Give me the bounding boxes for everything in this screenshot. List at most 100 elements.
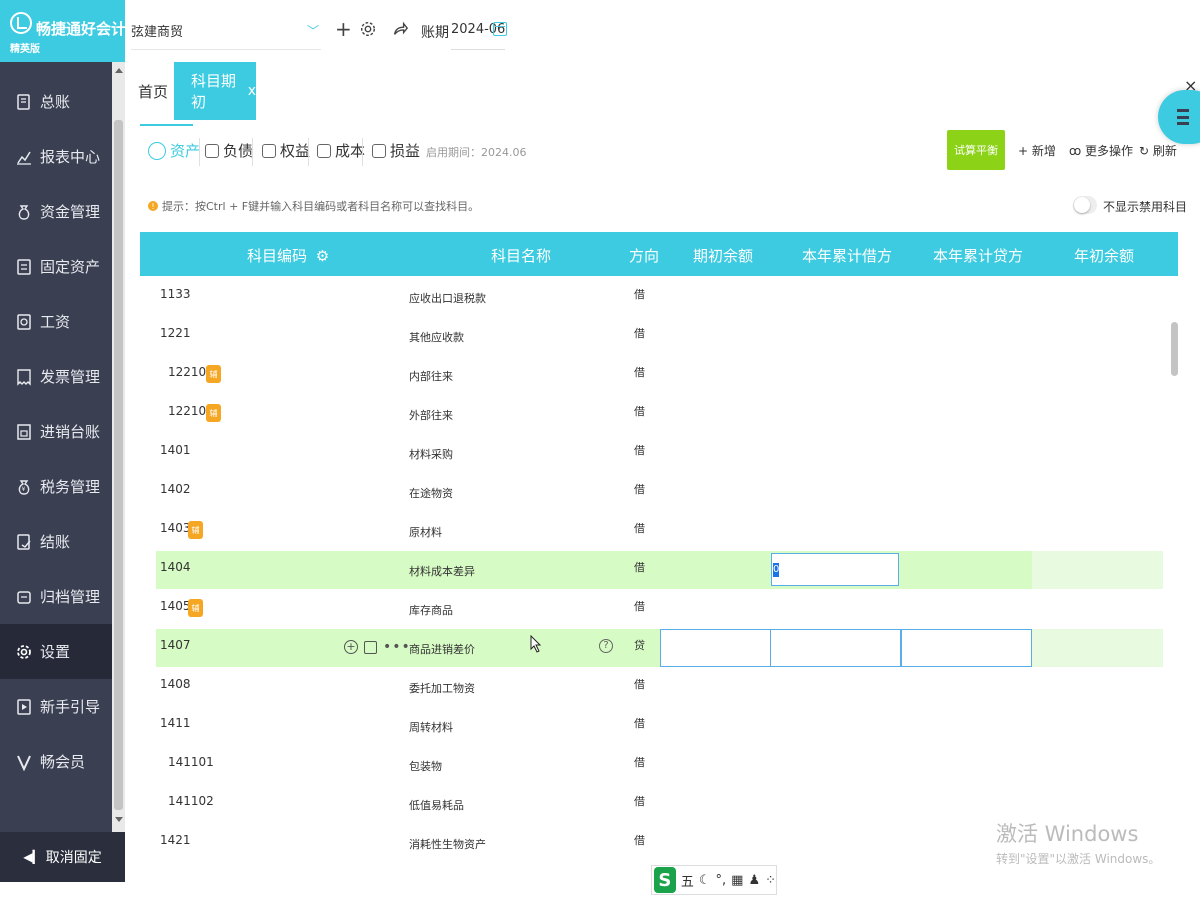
app-logo[interactable]: 畅捷通好会计 精英版 xyxy=(0,0,126,62)
sidebar-item-vip[interactable]: 畅会员 xyxy=(0,734,112,789)
sidebar-item-archive[interactable]: 归档管理 xyxy=(0,569,112,624)
share-icon[interactable] xyxy=(391,20,411,40)
invoice-icon xyxy=(16,368,32,386)
sidebar-item-document[interactable]: 固定资产 xyxy=(0,239,112,294)
sidebar-item-chart[interactable]: 报表中心 xyxy=(0,129,112,184)
account-code: 1421 xyxy=(160,833,191,847)
ime-logo[interactable]: S xyxy=(654,867,676,893)
scrollbar-thumb[interactable] xyxy=(1171,322,1178,376)
account-name: 外部往来 xyxy=(409,409,453,422)
scroll-up-icon[interactable] xyxy=(115,68,123,73)
unpin-sidebar-button[interactable]: ◀▎ 取消固定 xyxy=(0,832,125,882)
auxiliary-badge[interactable]: 辅 xyxy=(188,599,203,617)
ytd-debit-input[interactable] xyxy=(770,629,901,667)
sidebar-item-label: 发票管理 xyxy=(40,368,101,386)
sidebar-item-label: 设置 xyxy=(40,643,71,661)
divider xyxy=(199,138,200,166)
auxiliary-badge[interactable]: 辅 xyxy=(188,521,203,539)
table-row[interactable]: 122102 辅外部往来借 xyxy=(156,395,1163,433)
close-tab-icon[interactable]: x xyxy=(248,83,256,99)
tab-account-opening[interactable]: 科目期初 x xyxy=(174,62,256,120)
add-circle-icon[interactable]: + xyxy=(344,640,358,654)
sidebar-item-closing[interactable]: 结账 xyxy=(0,514,112,569)
start-period-text: 启用期间：2024.06 xyxy=(426,146,527,159)
company-select[interactable]: 弦建商贸 ﹀ xyxy=(131,12,321,50)
sidebar-item-salary[interactable]: 工资 xyxy=(0,294,112,349)
user-icon[interactable]: ♟ xyxy=(748,873,760,888)
moon-icon[interactable]: ☾ xyxy=(699,873,711,888)
category-tab-liability[interactable]: 负债 xyxy=(205,140,253,161)
trial-balance-button[interactable]: 试算平衡 xyxy=(947,130,1005,170)
category-tab-profit-loss[interactable]: 损益 xyxy=(372,140,420,161)
table-row[interactable]: 1133 应收出口退税款 借 xyxy=(156,278,1163,316)
balance-direction: 借 xyxy=(634,483,645,496)
category-tab-asset[interactable]: 资产 xyxy=(148,140,200,161)
table-row[interactable]: 1411 周转材料 借 xyxy=(156,707,1163,745)
sidebar-scrollbar[interactable] xyxy=(112,62,125,832)
plus-icon[interactable]: + xyxy=(335,19,355,40)
closing-icon xyxy=(16,533,32,551)
apps-icon[interactable]: ⁘ xyxy=(765,873,776,888)
sidebar-item-tax[interactable]: ¥ 税务管理 xyxy=(0,459,112,514)
header-ytd-credit: 本年累计贷方 xyxy=(933,247,1024,265)
divider xyxy=(308,138,309,166)
table-row[interactable]: 1403 辅 原材料 借 xyxy=(156,512,1163,550)
opening-balance-input[interactable] xyxy=(660,629,771,667)
table-row[interactable]: 1221 其他应收款 借 xyxy=(156,317,1163,355)
scrollbar-thumb[interactable] xyxy=(114,120,123,810)
table-row[interactable]: 1402 在途物资 借 xyxy=(156,473,1163,511)
hide-disabled-toggle[interactable] xyxy=(1073,196,1097,214)
divider xyxy=(362,138,363,166)
category-tab-cost[interactable]: 成本 xyxy=(317,140,365,161)
ytd-debit-input[interactable]: 0 xyxy=(771,553,899,586)
ytd-credit-input[interactable] xyxy=(901,629,1032,667)
chevron-down-icon: ﹀ xyxy=(306,24,319,38)
ime-punctuation[interactable]: °, xyxy=(716,873,727,888)
auxiliary-badge[interactable]: 辅 xyxy=(206,365,221,383)
sidebar-item-label: 归档管理 xyxy=(40,588,101,606)
table-row[interactable]: 1401 材料采购 借 xyxy=(156,434,1163,472)
refresh-button[interactable]: ↻ 刷新 xyxy=(1139,142,1177,159)
table-row[interactable]: 1405 辅 库存商品 借 xyxy=(156,590,1163,628)
category-label: 负债 xyxy=(223,142,254,160)
table-row[interactable]: 1407 + •••? 商品进销差价 贷 xyxy=(156,629,1163,667)
balance-direction: 借 xyxy=(634,288,645,301)
tab-home[interactable]: 首页 xyxy=(138,62,168,120)
sidebar-item-play[interactable]: 新手引导 xyxy=(0,679,112,734)
table-row[interactable]: 141101 包装物 借 xyxy=(156,746,1163,784)
table-scrollbar[interactable] xyxy=(1170,278,1179,858)
account-code: 141102 xyxy=(168,794,214,808)
account-name: 在途物资 xyxy=(409,487,453,500)
keyboard-icon[interactable]: ▦ xyxy=(731,873,743,888)
table-row[interactable]: 122101 辅内部往来借 xyxy=(156,356,1163,394)
gear-icon[interactable] xyxy=(359,20,379,40)
balance-direction: 借 xyxy=(634,444,645,457)
account-name: 周转材料 xyxy=(409,721,453,734)
account-name: 其他应收款 xyxy=(409,331,464,344)
help-icon[interactable]: ? xyxy=(599,639,613,653)
scroll-down-icon[interactable] xyxy=(115,817,123,822)
hint-label: 提示：按Ctrl + F键并输入科目编码或者科目名称可以查找科目。 xyxy=(162,200,480,213)
column-settings-icon[interactable]: ⚙ xyxy=(316,247,329,265)
category-tab-equity[interactable]: 权益 xyxy=(262,140,310,161)
ime-mode[interactable]: 五 xyxy=(681,871,694,890)
account-name: 材料成本差异 xyxy=(409,565,475,578)
play-icon xyxy=(16,698,32,716)
table-row[interactable]: 1404 材料成本差异 借 0 xyxy=(156,551,1163,589)
sidebar-item-inventory[interactable]: 进销台账 xyxy=(0,404,112,459)
table-row[interactable]: 1408 委托加工物资 借 xyxy=(156,668,1163,706)
sidebar-item-ledger[interactable]: 总账 xyxy=(0,74,112,129)
sidebar-item-gear[interactable]: 设置 xyxy=(0,624,112,679)
salary-icon xyxy=(16,313,32,331)
add-button[interactable]: + 新增 xyxy=(1018,142,1056,159)
account-name: 商品进销差价 xyxy=(409,643,475,656)
auxiliary-badge[interactable]: 辅 xyxy=(206,404,221,422)
balance-direction: 借 xyxy=(634,366,645,379)
sidebar-item-invoice[interactable]: 发票管理 xyxy=(0,349,112,404)
sidebar-item-money-bag[interactable]: 资金管理 xyxy=(0,184,112,239)
edit-icon[interactable] xyxy=(364,640,377,654)
sidebar-menu: 总账 报表中心 资金管理 固定资产 工资发票管理进销台账 ¥ 税务管理 结账归档管理设置新手引… xyxy=(0,74,112,789)
calendar-icon[interactable] xyxy=(493,22,507,36)
more-dots-icon[interactable]: ••• xyxy=(383,639,411,655)
more-actions-button[interactable]: ꝏ 更多操作 xyxy=(1069,142,1133,159)
